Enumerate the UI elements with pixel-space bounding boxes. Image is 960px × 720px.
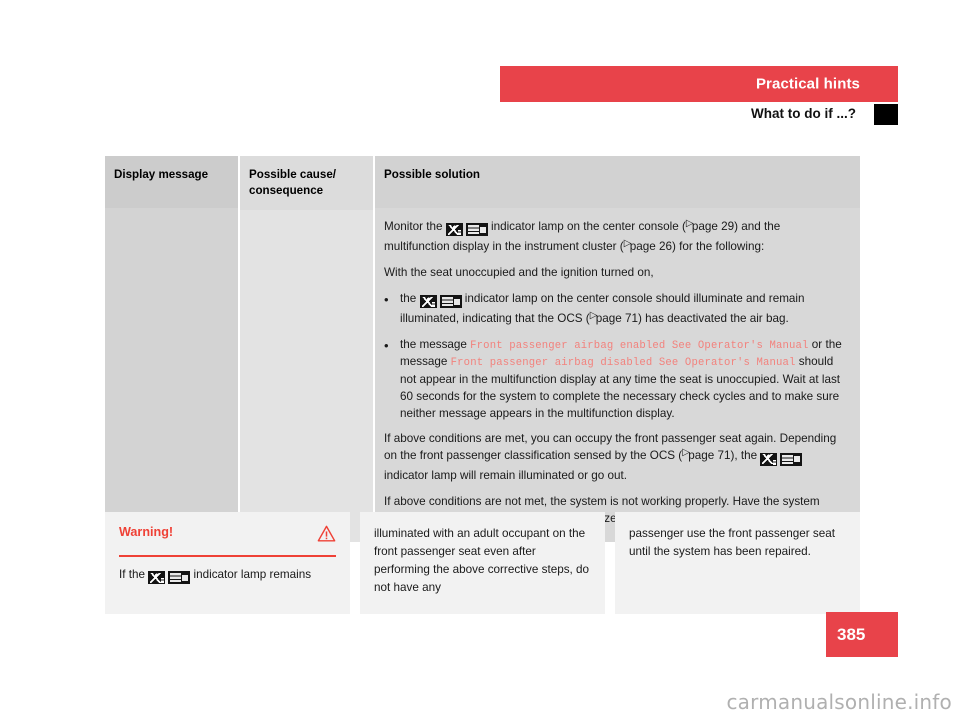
occupant-classification-lamp-icon bbox=[419, 294, 462, 311]
text-fragment: ) has deactivated the air bag. bbox=[637, 311, 789, 325]
text-fragment: ) for the following: bbox=[671, 239, 765, 253]
solution-paragraph-monitor: Monitor the indicator lamp on the center… bbox=[384, 219, 846, 256]
section-header-band: Practical hints bbox=[500, 66, 898, 102]
text-fragment: indicator lamp will remain illuminated o… bbox=[384, 469, 627, 483]
manual-page: Practical hints What to do if ...? Displ… bbox=[0, 0, 960, 720]
warning-continuation-column-2: illuminated with an adult occupant on th… bbox=[360, 512, 605, 614]
passenger-airbag-off-text-icon bbox=[439, 295, 462, 309]
solution-paragraph-conditions-met: If above conditions are met, you can occ… bbox=[384, 431, 846, 485]
display-message-cell bbox=[105, 208, 238, 230]
text-fragment: Monitor the bbox=[384, 220, 446, 233]
page-reference-icon bbox=[624, 239, 632, 251]
occupant-classification-lamp-icon bbox=[148, 569, 191, 587]
table-column-possible-solution: Possible solution Monitor the indicator … bbox=[375, 156, 860, 543]
warning-header: Warning! bbox=[119, 525, 336, 551]
thumb-index-tab bbox=[874, 104, 898, 125]
subsection-header: What to do if ...? bbox=[500, 104, 898, 128]
airbag-off-symbol-icon bbox=[419, 295, 437, 309]
warning-text: If the indicator lamp remains bbox=[119, 566, 336, 587]
solution-paragraph-seat-unoccupied: With the seat unoccupied and the ignitio… bbox=[384, 265, 654, 279]
page-reference: page 71 bbox=[595, 311, 638, 325]
warning-divider bbox=[119, 555, 336, 557]
warning-row: Warning! If the indicator lamp remains i… bbox=[105, 512, 860, 614]
bullet-content: the indicator lamp on the center console… bbox=[400, 291, 846, 328]
airbag-off-symbol-icon bbox=[148, 571, 166, 585]
text-fragment: the message bbox=[400, 337, 471, 351]
occupant-classification-lamp-icon bbox=[445, 222, 488, 239]
bullet-marker: • bbox=[384, 337, 389, 353]
column-header-possible-cause: Possible cause/ consequence bbox=[240, 156, 373, 210]
table-column-possible-cause: Possible cause/ consequence bbox=[240, 156, 373, 543]
section-title: Practical hints bbox=[755, 75, 860, 93]
text-fragment: the bbox=[400, 291, 420, 305]
passenger-airbag-off-text-icon bbox=[168, 571, 191, 585]
page-number-badge: 385 bbox=[826, 612, 898, 657]
solution-bullet-message: • the message Front passenger airbag ena… bbox=[384, 337, 846, 423]
passenger-airbag-off-text-icon bbox=[465, 223, 488, 237]
bullet-marker: • bbox=[384, 291, 389, 307]
subsection-title: What to do if ...? bbox=[751, 106, 856, 121]
column-header-possible-solution: Possible solution bbox=[375, 156, 860, 208]
occupant-classification-lamp-icon bbox=[760, 451, 803, 468]
display-message-enabled: Front passenger airbag enabled See Opera… bbox=[470, 339, 809, 352]
passenger-airbag-off-text-icon bbox=[780, 452, 803, 466]
column-header-display-message: Display message bbox=[105, 156, 238, 208]
display-message-disabled: Front passenger airbag disabled See Oper… bbox=[450, 357, 796, 370]
site-watermark: carmanualsonline.info bbox=[726, 690, 952, 714]
text-fragment: indicator lamp remains bbox=[190, 568, 312, 581]
airbag-off-symbol-icon bbox=[760, 452, 778, 466]
text-fragment: ), the bbox=[730, 449, 761, 463]
warning-box: Warning! If the indicator lamp remains bbox=[105, 512, 350, 614]
column-header-possible-cause-line1: Possible cause/ consequence bbox=[249, 168, 336, 198]
warning-triangle-icon bbox=[317, 525, 336, 542]
page-reference-icon bbox=[590, 311, 598, 323]
possible-solution-cell: Monitor the indicator lamp on the center… bbox=[375, 208, 860, 542]
troubleshooting-table: Display message Possible cause/ conseque… bbox=[105, 156, 860, 543]
airbag-off-symbol-icon bbox=[445, 223, 463, 237]
page-reference: page 71 bbox=[688, 449, 731, 463]
page-reference: page 26 bbox=[629, 239, 672, 253]
text-fragment: If the bbox=[119, 568, 149, 581]
bullet-content: the message Front passenger airbag enabl… bbox=[400, 337, 846, 423]
solution-bullet-lamp: • the indicator lamp on the center conso… bbox=[384, 291, 846, 328]
text-fragment: indicator lamp on the center console ( bbox=[487, 220, 686, 233]
warning-continuation-column-3: passenger use the front passenger seat u… bbox=[615, 512, 860, 614]
table-column-display-message: Display message bbox=[105, 156, 238, 543]
possible-cause-cell bbox=[240, 210, 373, 232]
page-reference-icon bbox=[686, 219, 694, 231]
page-reference: page 29 bbox=[691, 220, 735, 233]
page-number: 385 bbox=[837, 624, 866, 644]
page-reference-icon bbox=[682, 448, 690, 460]
warning-title: Warning! bbox=[119, 525, 174, 539]
